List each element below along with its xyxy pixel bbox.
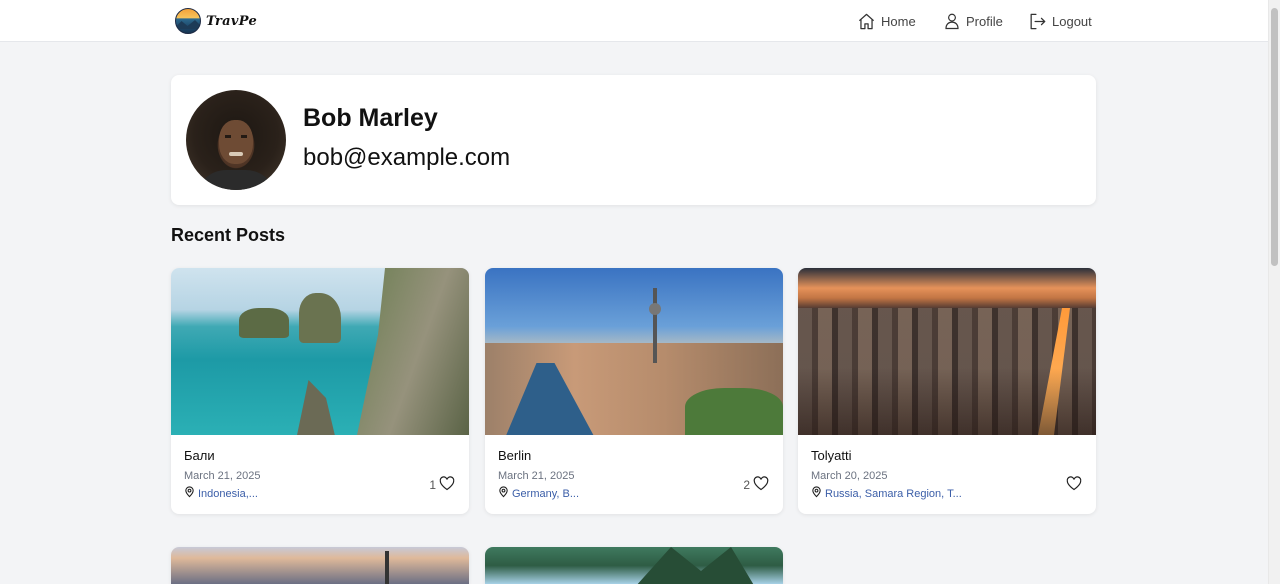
post-image[interactable] [798,268,1096,435]
top-navbar: TravPe Home Profile Logout [0,0,1268,42]
post-location[interactable]: Russia, Samara Region, T... [811,486,962,501]
brand-logo[interactable]: TravPe [175,8,257,34]
logo-text: TravPe [206,13,258,29]
post-image[interactable] [171,268,469,435]
post-location-text[interactable]: Germany, B... [512,488,579,500]
post-card[interactable]: Berlin March 21, 2025 Germany, B... 2 [485,268,783,514]
post-date: March 20, 2025 [811,470,888,482]
heart-icon [1066,476,1082,494]
post-location[interactable]: Germany, B... [498,486,579,501]
post-card[interactable]: Бали March 21, 2025 Indonesia,... 1 [171,268,469,514]
map-pin-icon [498,486,509,501]
post-title[interactable]: Бали [184,448,215,463]
post-card[interactable] [485,547,783,584]
nav-profile-link[interactable]: Profile [943,0,1003,42]
profile-name: Bob Marley [303,104,438,132]
post-image[interactable] [485,268,783,435]
like-button[interactable]: 2 [743,476,769,494]
map-pin-icon [811,486,822,501]
nav-logout-label: Logout [1052,13,1092,29]
heart-icon [439,476,455,494]
post-title[interactable]: Tolyatti [811,448,851,463]
page-scrollbar[interactable] [1268,0,1280,584]
logo-emblem [175,8,201,34]
like-button[interactable]: 1 [429,476,455,494]
post-location-text[interactable]: Russia, Samara Region, T... [825,488,962,500]
nav-logout-link[interactable]: Logout [1028,0,1092,42]
like-count: 1 [429,478,436,492]
post-location-text[interactable]: Indonesia,... [198,488,258,500]
home-icon [857,12,876,31]
nav-home-link[interactable]: Home [857,0,916,42]
post-date: March 21, 2025 [184,470,261,482]
scrollbar-thumb[interactable] [1271,8,1278,266]
nav-profile-label: Profile [966,13,1003,29]
post-location[interactable]: Indonesia,... [184,486,258,501]
post-image[interactable] [485,547,783,584]
logout-icon [1028,12,1047,31]
profile-email: bob@example.com [303,144,511,171]
profile-card [171,75,1096,205]
map-pin-icon [184,486,195,501]
avatar [186,90,286,190]
nav-home-label: Home [881,13,916,29]
like-count: 2 [743,478,750,492]
post-card[interactable]: Tolyatti March 20, 2025 Russia, Samara R… [798,268,1096,514]
user-icon [943,11,961,31]
recent-posts-heading: Recent Posts [171,225,286,245]
like-button[interactable] [1063,476,1082,494]
post-card[interactable] [171,547,469,584]
post-date: March 21, 2025 [498,470,575,482]
heart-icon [753,476,769,494]
post-image[interactable] [171,547,469,584]
post-title[interactable]: Berlin [498,448,531,463]
